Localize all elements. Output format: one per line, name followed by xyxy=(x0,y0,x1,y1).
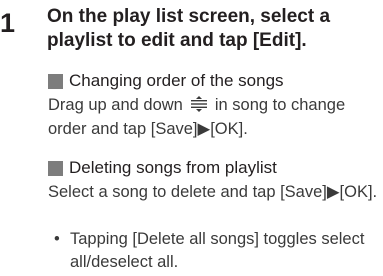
reorder-handle-icon xyxy=(190,96,207,112)
bullet-marker: • xyxy=(54,230,60,248)
section-delete-songs: Deleting songs from playlist Select a so… xyxy=(48,158,383,204)
step-title: On the play list screen, select a playli… xyxy=(47,6,331,51)
section-heading-delete-songs: Deleting songs from playlist xyxy=(48,158,383,178)
step-number: 1 xyxy=(0,8,16,38)
body-text-before-icon: Drag up and down xyxy=(48,96,183,114)
section-heading-text: Changing order of the songs xyxy=(69,71,284,90)
square-bullet-icon xyxy=(48,73,63,89)
instruction-step: 1 On the play list screen, select a play… xyxy=(0,0,383,276)
section-body-delete-songs: Select a song to delete and tap [Save]▶[… xyxy=(48,183,378,201)
section-body-change-order: Drag up and down in song to change order… xyxy=(48,93,383,141)
section-change-order: Changing order of the songs Drag up and … xyxy=(48,71,383,141)
section-heading-change-order: Changing order of the songs xyxy=(48,71,383,91)
square-bullet-icon xyxy=(48,160,63,176)
section-heading-text: Deleting songs from playlist xyxy=(69,158,277,177)
bullet-text: Tapping [Delete all songs] toggles selec… xyxy=(70,230,365,271)
